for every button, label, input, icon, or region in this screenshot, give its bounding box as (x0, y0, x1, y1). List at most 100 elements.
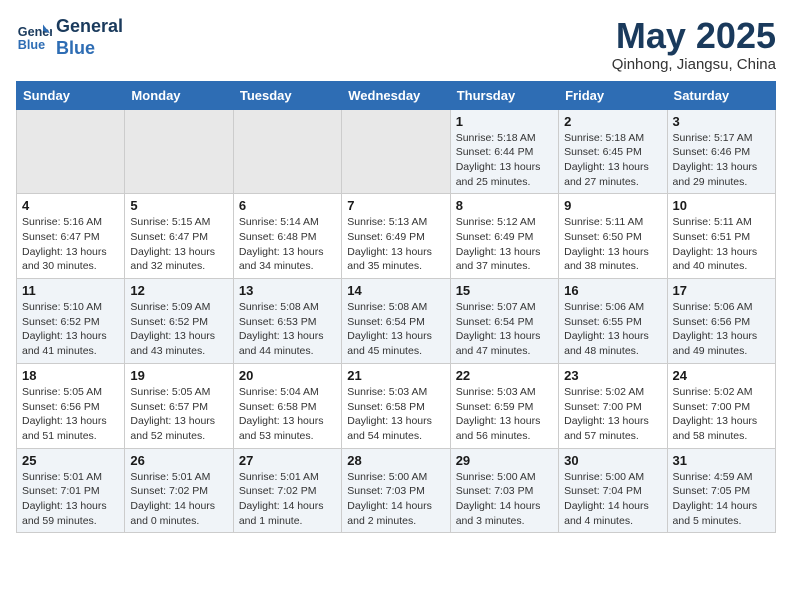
day-header-wednesday: Wednesday (342, 81, 450, 109)
calendar-cell (17, 109, 125, 194)
day-info: Sunrise: 5:12 AMSunset: 6:49 PMDaylight:… (456, 215, 553, 274)
day-number: 1 (456, 114, 553, 129)
day-number: 21 (347, 368, 444, 383)
calendar-cell: 9 Sunrise: 5:11 AMSunset: 6:50 PMDaylight… (559, 194, 667, 279)
day-info: Sunrise: 5:04 AMSunset: 6:58 PMDaylight:… (239, 385, 336, 444)
calendar-cell: 4 Sunrise: 5:16 AMSunset: 6:47 PMDaylight… (17, 194, 125, 279)
day-info: Sunrise: 5:06 AMSunset: 6:56 PMDaylight:… (673, 300, 770, 359)
calendar-cell: 16Sunrise: 5:06 AMSunset: 6:55 PMDayligh… (559, 279, 667, 364)
day-number: 9 (564, 198, 661, 213)
calendar-cell: 5Sunrise: 5:15 AMSunset: 6:47 PMDaylight… (125, 194, 233, 279)
day-header-tuesday: Tuesday (233, 81, 341, 109)
day-info: Sunrise: 5:02 AMSunset: 7:00 PMDaylight:… (673, 385, 770, 444)
calendar-cell: 14Sunrise: 5:08 AMSunset: 6:54 PMDayligh… (342, 279, 450, 364)
calendar-cell: 21 Sunrise: 5:03 AMSunset: 6:58 PMDayligh… (342, 363, 450, 448)
calendar-cell: 3 Sunrise: 5:17 AMSunset: 6:46 PMDaylight… (667, 109, 775, 194)
calendar-cell: 31 Sunrise: 4:59 AMSunset: 7:05 PMDayligh… (667, 448, 775, 533)
calendar-week-4: 18 Sunrise: 5:05 AMSunset: 6:56 PMDayligh… (17, 363, 776, 448)
day-info: Sunrise: 4:59 AMSunset: 7:05 PMDaylight:… (673, 470, 770, 529)
day-info: Sunrise: 5:01 AMSunset: 7:02 PMDaylight:… (130, 470, 227, 529)
day-number: 17 (673, 283, 770, 298)
calendar-cell: 1Sunrise: 5:18 AMSunset: 6:44 PMDaylight… (450, 109, 558, 194)
day-info: Sunrise: 5:15 AMSunset: 6:47 PMDaylight:… (130, 215, 227, 274)
day-number: 27 (239, 453, 336, 468)
calendar-cell: 22 Sunrise: 5:03 AMSunset: 6:59 PMDayligh… (450, 363, 558, 448)
logo-icon: General Blue (16, 20, 52, 56)
calendar-header-row: SundayMondayTuesdayWednesdayThursdayFrid… (17, 81, 776, 109)
day-info: Sunrise: 5:13 AMSunset: 6:49 PMDaylight:… (347, 215, 444, 274)
calendar-cell: 12 Sunrise: 5:09 AMSunset: 6:52 PMDayligh… (125, 279, 233, 364)
calendar-cell (342, 109, 450, 194)
day-number: 29 (456, 453, 553, 468)
day-number: 4 (22, 198, 119, 213)
day-info: Sunrise: 5:01 AMSunset: 7:01 PMDaylight:… (22, 470, 119, 529)
day-number: 23 (564, 368, 661, 383)
day-info: Sunrise: 5:03 AMSunset: 6:58 PMDaylight:… (347, 385, 444, 444)
day-info: Sunrise: 5:18 AMSunset: 6:45 PMDaylight:… (564, 131, 661, 190)
calendar-cell: 25 Sunrise: 5:01 AMSunset: 7:01 PMDayligh… (17, 448, 125, 533)
calendar-cell: 13Sunrise: 5:08 AMSunset: 6:53 PMDayligh… (233, 279, 341, 364)
day-header-thursday: Thursday (450, 81, 558, 109)
day-number: 11 (22, 283, 119, 298)
day-number: 26 (130, 453, 227, 468)
calendar-cell: 6 Sunrise: 5:14 AMSunset: 6:48 PMDaylight… (233, 194, 341, 279)
calendar-cell: 24 Sunrise: 5:02 AMSunset: 7:00 PMDayligh… (667, 363, 775, 448)
calendar-cell: 15 Sunrise: 5:07 AMSunset: 6:54 PMDayligh… (450, 279, 558, 364)
calendar-cell: 19 Sunrise: 5:05 AMSunset: 6:57 PMDayligh… (125, 363, 233, 448)
calendar-title: May 2025 (612, 16, 776, 56)
day-info: Sunrise: 5:02 AMSunset: 7:00 PMDaylight:… (564, 385, 661, 444)
day-info: Sunrise: 5:14 AMSunset: 6:48 PMDaylight:… (239, 215, 336, 274)
day-info: Sunrise: 5:10 AMSunset: 6:52 PMDaylight:… (22, 300, 119, 359)
day-info: Sunrise: 5:11 AMSunset: 6:51 PMDaylight:… (673, 215, 770, 274)
day-number: 3 (673, 114, 770, 129)
day-number: 24 (673, 368, 770, 383)
calendar-table: SundayMondayTuesdayWednesdayThursdayFrid… (16, 81, 776, 534)
day-info: Sunrise: 5:08 AMSunset: 6:54 PMDaylight:… (347, 300, 444, 359)
calendar-cell: 7Sunrise: 5:13 AMSunset: 6:49 PMDaylight… (342, 194, 450, 279)
day-number: 25 (22, 453, 119, 468)
day-info: Sunrise: 5:00 AMSunset: 7:04 PMDaylight:… (564, 470, 661, 529)
day-number: 6 (239, 198, 336, 213)
day-number: 8 (456, 198, 553, 213)
calendar-cell: 2Sunrise: 5:18 AMSunset: 6:45 PMDaylight… (559, 109, 667, 194)
svg-text:Blue: Blue (18, 37, 45, 51)
page-header: General Blue General Blue May 2025 Qinho… (16, 16, 776, 73)
title-block: May 2025 Qinhong, Jiangsu, China (612, 16, 776, 73)
day-info: Sunrise: 5:01 AMSunset: 7:02 PMDaylight:… (239, 470, 336, 529)
calendar-week-1: 1Sunrise: 5:18 AMSunset: 6:44 PMDaylight… (17, 109, 776, 194)
day-number: 16 (564, 283, 661, 298)
day-number: 18 (22, 368, 119, 383)
day-info: Sunrise: 5:05 AMSunset: 6:56 PMDaylight:… (22, 385, 119, 444)
calendar-cell: 18 Sunrise: 5:05 AMSunset: 6:56 PMDayligh… (17, 363, 125, 448)
day-number: 20 (239, 368, 336, 383)
day-info: Sunrise: 5:00 AMSunset: 7:03 PMDaylight:… (456, 470, 553, 529)
day-number: 12 (130, 283, 227, 298)
calendar-cell: 10Sunrise: 5:11 AMSunset: 6:51 PMDayligh… (667, 194, 775, 279)
calendar-week-3: 11 Sunrise: 5:10 AMSunset: 6:52 PMDayligh… (17, 279, 776, 364)
logo-text-general: General (56, 16, 123, 38)
day-info: Sunrise: 5:07 AMSunset: 6:54 PMDaylight:… (456, 300, 553, 359)
calendar-cell: 27 Sunrise: 5:01 AMSunset: 7:02 PMDayligh… (233, 448, 341, 533)
day-number: 22 (456, 368, 553, 383)
calendar-subtitle: Qinhong, Jiangsu, China (612, 56, 776, 73)
day-number: 28 (347, 453, 444, 468)
calendar-cell: 11 Sunrise: 5:10 AMSunset: 6:52 PMDayligh… (17, 279, 125, 364)
calendar-week-2: 4 Sunrise: 5:16 AMSunset: 6:47 PMDaylight… (17, 194, 776, 279)
day-info: Sunrise: 5:17 AMSunset: 6:46 PMDaylight:… (673, 131, 770, 190)
day-info: Sunrise: 5:16 AMSunset: 6:47 PMDaylight:… (22, 215, 119, 274)
day-number: 19 (130, 368, 227, 383)
day-info: Sunrise: 5:05 AMSunset: 6:57 PMDaylight:… (130, 385, 227, 444)
day-info: Sunrise: 5:09 AMSunset: 6:52 PMDaylight:… (130, 300, 227, 359)
day-header-saturday: Saturday (667, 81, 775, 109)
day-header-sunday: Sunday (17, 81, 125, 109)
day-number: 15 (456, 283, 553, 298)
calendar-cell: 8 Sunrise: 5:12 AMSunset: 6:49 PMDaylight… (450, 194, 558, 279)
logo-text-blue: Blue (56, 38, 123, 60)
day-number: 31 (673, 453, 770, 468)
day-info: Sunrise: 5:00 AMSunset: 7:03 PMDaylight:… (347, 470, 444, 529)
calendar-cell (233, 109, 341, 194)
calendar-cell: 26 Sunrise: 5:01 AMSunset: 7:02 PMDayligh… (125, 448, 233, 533)
calendar-cell (125, 109, 233, 194)
day-info: Sunrise: 5:03 AMSunset: 6:59 PMDaylight:… (456, 385, 553, 444)
day-info: Sunrise: 5:11 AMSunset: 6:50 PMDaylight:… (564, 215, 661, 274)
